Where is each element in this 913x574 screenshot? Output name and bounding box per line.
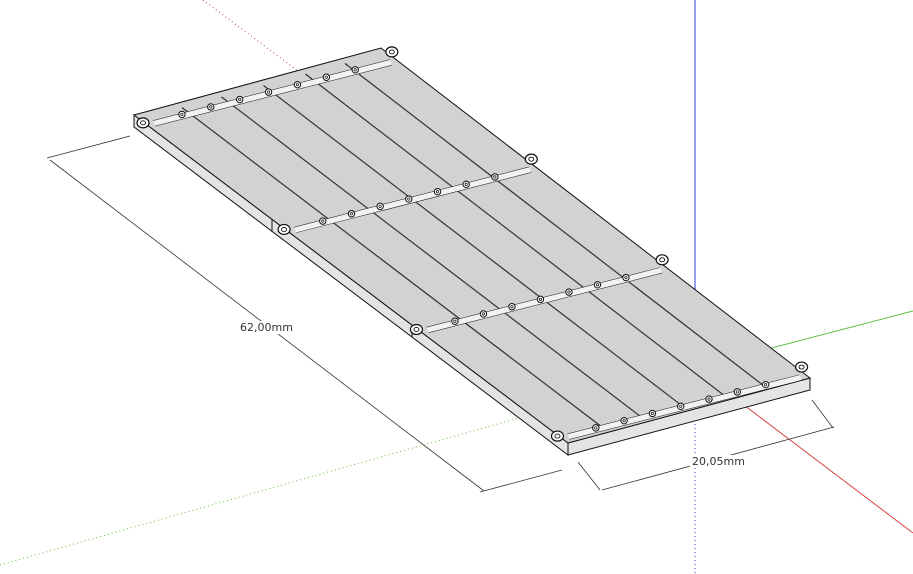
width-extension-line	[577, 461, 601, 491]
bolt	[648, 409, 657, 418]
length-extension-line	[46, 135, 131, 159]
bolt	[462, 180, 470, 189]
length-extension-line	[479, 469, 563, 493]
bolt	[322, 73, 331, 81]
bolt	[451, 317, 459, 325]
scene-canvas[interactable]	[0, 0, 913, 574]
hinge-eye	[277, 223, 291, 236]
bolt	[207, 103, 215, 111]
bolt	[592, 424, 600, 432]
length-dimension-label[interactable]: 62,00mm	[238, 321, 295, 334]
bolt	[620, 416, 628, 425]
bolt	[593, 281, 602, 289]
bolt	[676, 402, 685, 410]
bolt	[733, 388, 742, 396]
bolt	[319, 217, 327, 225]
width-dimension-label[interactable]: 20,05mm	[690, 455, 747, 468]
hinge-eye	[136, 117, 150, 129]
bolt	[351, 66, 359, 74]
hinge-eye	[655, 254, 669, 266]
modeling-viewport[interactable]: 62,00mm 20,05mm	[0, 0, 913, 574]
bolt	[178, 110, 186, 119]
bolt	[235, 95, 244, 104]
bolt	[491, 173, 499, 181]
hinge-eye	[385, 46, 399, 58]
width-extension-line	[811, 399, 834, 429]
bolt	[622, 273, 630, 282]
bolt	[508, 302, 516, 311]
hinge-eye	[409, 323, 424, 336]
bolt	[264, 88, 273, 96]
bolt	[761, 380, 770, 389]
bolt	[479, 310, 488, 318]
bolt	[293, 80, 302, 89]
hinge-eye	[524, 153, 538, 165]
bolt	[405, 195, 413, 203]
bolt	[376, 202, 384, 211]
panel-model[interactable]	[132, 46, 812, 457]
bolt	[705, 395, 713, 403]
hinge-eye	[550, 430, 565, 442]
bolt	[433, 187, 442, 196]
bolt	[565, 288, 573, 296]
bolt	[536, 295, 545, 304]
bolt	[347, 210, 356, 218]
hinge-eye	[794, 361, 809, 373]
